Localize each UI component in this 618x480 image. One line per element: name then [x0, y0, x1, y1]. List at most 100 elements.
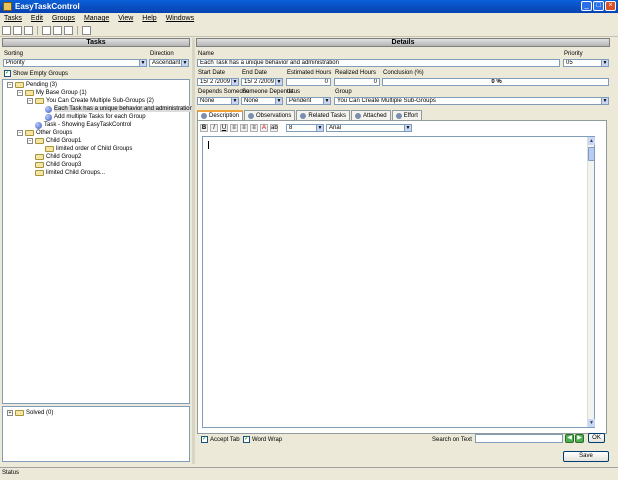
tab-observations[interactable]: Observations — [244, 110, 296, 120]
italic-icon[interactable]: I — [210, 123, 218, 132]
tree-node[interactable]: Task - Showing EasyTaskControl — [35, 121, 131, 129]
chevron-down-icon[interactable]: ▼ — [139, 60, 146, 66]
chevron-down-icon[interactable]: ▼ — [404, 124, 411, 131]
status-value: Pendent — [289, 98, 312, 104]
menu-bar: Tasks Edit Groups Manage View Help Windo… — [0, 13, 618, 24]
bold-icon[interactable]: B — [200, 123, 208, 132]
priority-select[interactable]: 05 ▼ — [563, 59, 609, 67]
word-wrap-checkbox[interactable]: ✓ Word Wrap — [243, 436, 282, 443]
checkmark-icon[interactable]: ✓ — [4, 70, 11, 77]
scroll-thumb[interactable] — [588, 147, 595, 161]
menu-manage[interactable]: Manage — [84, 15, 109, 22]
task-tree[interactable]: − Pending (3) − My Base Group (1) − You … — [2, 79, 193, 404]
checkmark-icon[interactable]: ✓ — [243, 436, 250, 443]
collapse-icon[interactable]: − — [17, 90, 23, 96]
tab-description[interactable]: Description — [197, 110, 244, 120]
font-color-icon[interactable]: A — [260, 123, 268, 132]
menu-view[interactable]: View — [118, 15, 133, 22]
tree-node[interactable]: − My Base Group (1) — [17, 89, 87, 97]
tab-related-tasks[interactable]: Related Tasks — [296, 110, 350, 120]
tree-node[interactable]: Add multiple Tasks for each Group — [45, 113, 146, 121]
realized-hours-input[interactable]: 0 — [334, 78, 380, 86]
close-button[interactable]: × — [605, 1, 616, 11]
underline-icon[interactable]: U — [220, 123, 228, 132]
sorting-select[interactable]: Priority ▼ — [3, 59, 147, 67]
search-prev-icon[interactable]: ◀ — [565, 434, 574, 443]
tree-node[interactable]: Child Group3 — [35, 161, 81, 169]
description-editor[interactable]: ▲ ▼ — [202, 136, 595, 428]
status-select[interactable]: Pendent ▼ — [286, 97, 331, 105]
paste-icon[interactable] — [64, 26, 73, 35]
align-right-icon[interactable]: ≡ — [250, 123, 258, 132]
checkmark-icon[interactable]: ✓ — [201, 436, 208, 443]
scroll-down-icon[interactable]: ▼ — [588, 419, 595, 427]
start-date-picker[interactable]: 15/ 2 /2009 ▼ — [197, 78, 239, 86]
highlight-icon[interactable]: ab — [270, 123, 278, 132]
chevron-down-icon[interactable]: ▼ — [275, 79, 282, 85]
tree-node[interactable]: Each Task has a unique behavior and admi… — [45, 105, 193, 113]
menu-help[interactable]: Help — [142, 15, 156, 22]
collapse-icon[interactable]: − — [27, 138, 33, 144]
title-bar: EasyTaskControl _ □ × — [0, 0, 618, 13]
expand-icon[interactable]: + — [7, 410, 13, 416]
solved-tree[interactable]: + Solved (0) — [2, 406, 190, 462]
someone-depends-select[interactable]: None ▼ — [241, 97, 283, 105]
direction-select[interactable]: Ascendant ▼ — [149, 59, 189, 67]
tree-node[interactable]: + Solved (0) — [7, 409, 53, 417]
name-input[interactable]: Each Task has a unique behavior and admi… — [197, 59, 560, 67]
menu-windows[interactable]: Windows — [166, 15, 194, 22]
save-icon[interactable] — [24, 26, 33, 35]
chevron-down-icon[interactable]: ▼ — [601, 98, 608, 104]
chevron-down-icon[interactable]: ▼ — [231, 98, 238, 104]
ok-button[interactable]: OK — [588, 433, 605, 443]
align-center-icon[interactable]: ≡ — [240, 123, 248, 132]
group-select[interactable]: You Can Create Multiple Sub-Groups ▼ — [334, 97, 609, 105]
tree-node[interactable]: − You Can Create Multiple Sub-Groups (2) — [27, 97, 154, 105]
chevron-down-icon[interactable]: ▼ — [316, 124, 323, 131]
status-bar: Status — [0, 467, 618, 480]
folder-icon — [35, 98, 44, 104]
search-next-icon[interactable]: ▶ — [575, 434, 584, 443]
depends-someone-select[interactable]: None ▼ — [197, 97, 239, 105]
tree-node[interactable]: Child Group2 — [35, 153, 81, 161]
search-input[interactable] — [475, 434, 563, 443]
chevron-down-icon[interactable]: ▼ — [601, 60, 608, 66]
vertical-scrollbar[interactable]: ▲ ▼ — [587, 137, 595, 427]
chevron-down-icon[interactable]: ▼ — [323, 98, 330, 104]
copy-icon[interactable] — [53, 26, 62, 35]
end-date-picker[interactable]: 15/ 2 /2009 ▼ — [241, 78, 283, 86]
tools-icon[interactable] — [82, 26, 91, 35]
chevron-down-icon[interactable]: ▼ — [181, 60, 188, 66]
estimated-hours-input[interactable]: 0 — [286, 78, 331, 86]
accept-tab-checkbox[interactable]: ✓ Accept Tab — [201, 436, 240, 443]
font-size-select[interactable]: 8 ▼ — [286, 123, 324, 132]
align-left-icon[interactable]: ≡ — [230, 123, 238, 132]
tree-node[interactable]: limited Child Groups... — [35, 169, 105, 177]
minimize-button[interactable]: _ — [581, 1, 592, 11]
maximize-button[interactable]: □ — [593, 1, 604, 11]
font-name-select[interactable]: Arial ▼ — [326, 123, 412, 132]
collapse-icon[interactable]: − — [27, 98, 33, 104]
panel-splitter[interactable] — [192, 38, 195, 464]
chevron-down-icon[interactable]: ▼ — [231, 79, 238, 85]
tree-node[interactable]: − Other Groups — [17, 129, 72, 137]
collapse-icon[interactable]: − — [7, 82, 13, 88]
menu-tasks[interactable]: Tasks — [4, 15, 22, 22]
open-folder-icon[interactable] — [13, 26, 22, 35]
tree-node[interactable]: limited order of Child Groups — [45, 145, 132, 153]
new-file-icon[interactable] — [2, 26, 11, 35]
menu-edit[interactable]: Edit — [31, 15, 43, 22]
tree-node[interactable]: − Pending (3) — [7, 81, 57, 89]
tab-attached[interactable]: Attached — [350, 110, 391, 120]
edit-icon[interactable] — [42, 26, 51, 35]
start-date-value: 15/ 2 /2009 — [200, 79, 231, 85]
save-button[interactable]: Save — [563, 451, 609, 462]
scroll-up-icon[interactable]: ▲ — [588, 137, 595, 145]
collapse-icon[interactable]: − — [17, 130, 23, 136]
menu-groups[interactable]: Groups — [52, 15, 75, 22]
folder-icon — [35, 138, 44, 144]
show-empty-groups-checkbox[interactable]: ✓ Show Empty Groups — [4, 70, 68, 77]
tab-effort[interactable]: Effort — [391, 110, 422, 120]
chevron-down-icon[interactable]: ▼ — [275, 98, 282, 104]
tree-node[interactable]: − Child Group1 — [27, 137, 81, 145]
